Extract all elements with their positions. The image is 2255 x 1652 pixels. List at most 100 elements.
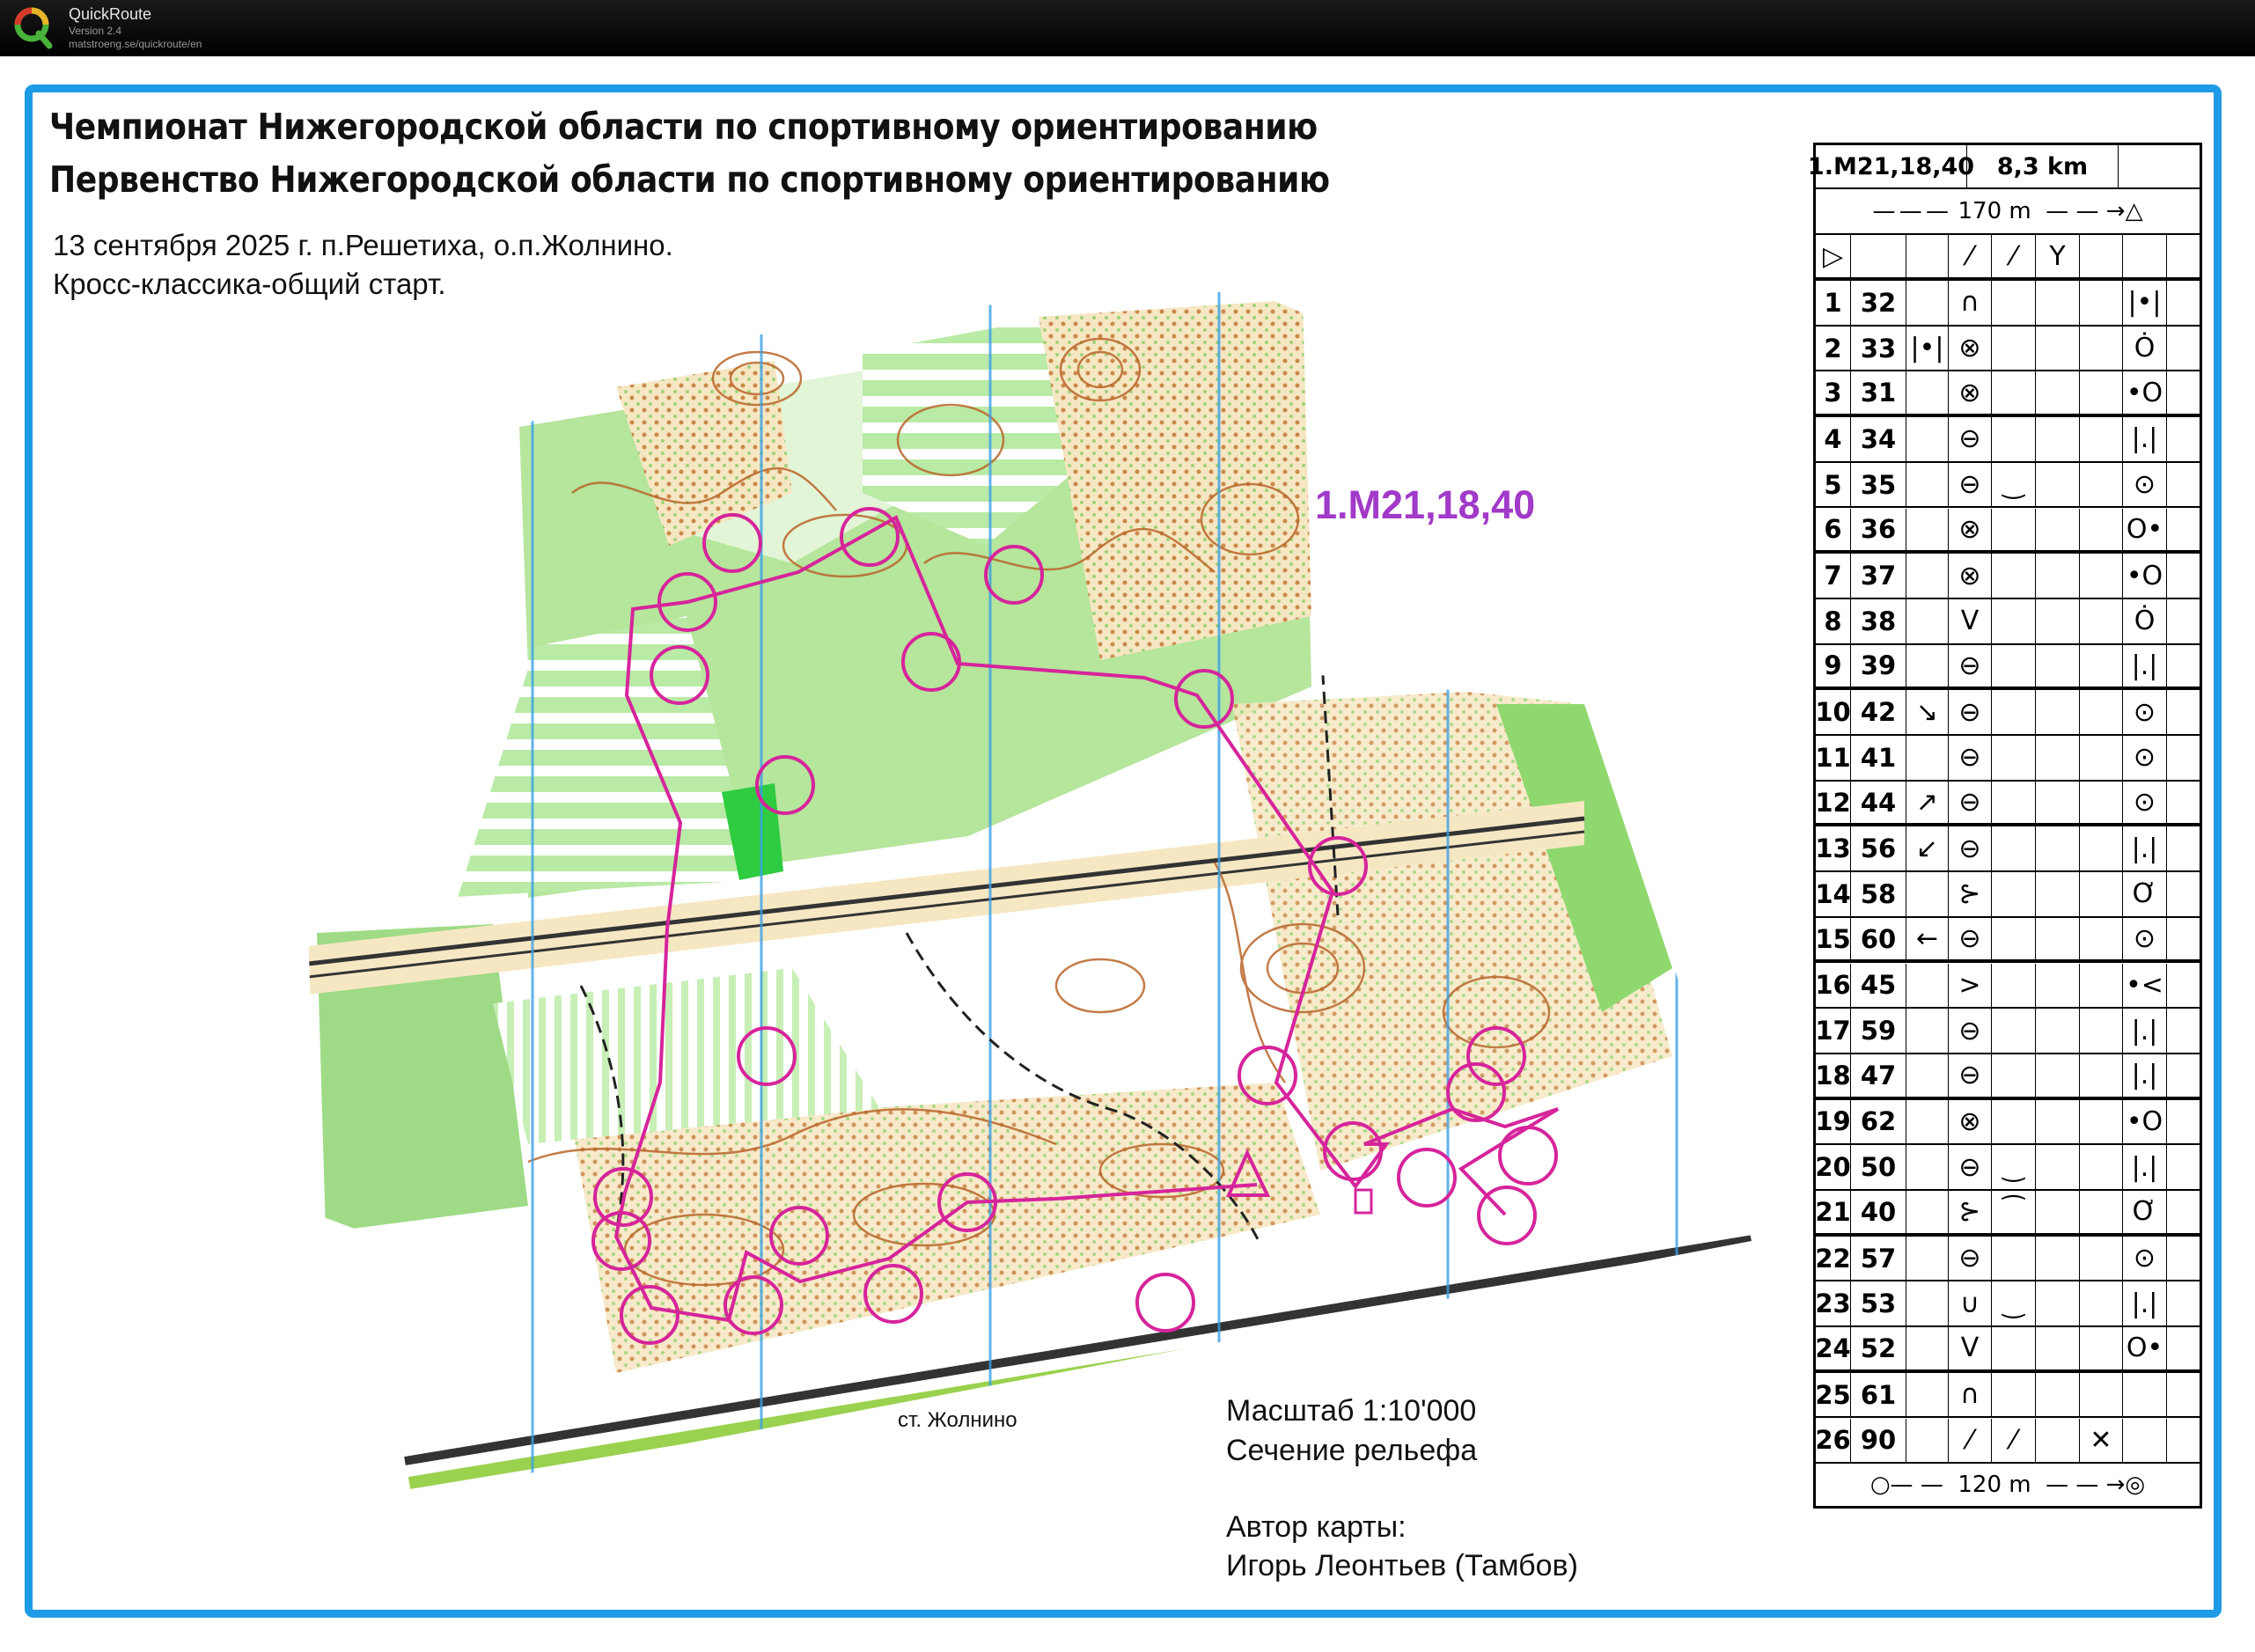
control-symbol [1906,1191,1949,1233]
finish-circle-icon: ○— — [1869,1472,1958,1498]
control-symbol: ⊱ [1949,872,1992,916]
desc-control-row: 19 62 ⊗ •O [1815,1099,2200,1146]
control-code: 58 [1851,872,1906,916]
control-symbol [1906,1145,1949,1189]
map-title-line2: Первенство Нижегородской области по спор… [49,158,1330,201]
desc-start-row: ▷ ⁄ ⁄ Y [1816,235,2200,281]
control-code: 40 [1851,1191,1906,1233]
control-code: 59 [1851,1009,1906,1053]
control-code: 61 [1851,1372,1906,1417]
control-symbol [2080,1327,2123,1369]
control-symbol [2080,1054,2123,1097]
control-symbol [1906,1372,1949,1417]
control-symbol [1992,690,2036,734]
control-symbol: O• [2123,1327,2167,1369]
control-symbol [1906,1009,1949,1053]
desc-control-row: 5 35 ⊖ ‿ ⊙ [1816,462,2200,509]
control-symbol: V [1949,1327,1992,1369]
control-symbol [1992,781,2036,824]
control-symbol [1906,281,1949,325]
control-symbol: ↘ [1906,690,1949,734]
control-number: 20 [1815,1145,1851,1189]
desc-control-row: 6 36 ⊗ O• [1816,508,2200,554]
desc-control-row: 22 57 ⊖ ⊙ [1815,1236,2200,1282]
control-symbol [1992,1372,2036,1417]
station-label: ст. Жолнино [898,1408,1017,1432]
control-symbol [2080,1236,2123,1281]
control-symbol: |.| [2123,1009,2167,1053]
control-number: 16 [1815,963,1851,1008]
control-number: 11 [1815,736,1851,780]
control-code: 90 [1851,1418,1906,1463]
control-symbol: ⁀ [1992,1191,2036,1233]
control-code: 44 [1851,781,1906,824]
control-symbol: |•| [1906,326,1949,371]
desc-control-row: 10 42 ↘ ⊖ ⊙ [1815,690,2200,736]
control-symbol [1992,1009,2036,1053]
desc-start-marking-row: — — — 170 m — — →△ [1816,189,2200,235]
control-symbol [1906,1054,1949,1097]
control-code: 60 [1851,917,1906,960]
control-symbol [2080,1145,2123,1189]
control-number: 22 [1815,1236,1851,1281]
control-number: 8 [1816,598,1851,643]
desc-control-row: 13 56 ↙ ⊖ |.| [1815,826,2200,873]
control-symbol: ⊖ [1949,781,1992,824]
control-symbol [1906,1281,1949,1326]
control-code: 32 [1851,281,1906,325]
control-symbol [2080,326,2123,371]
control-number: 9 [1816,644,1851,687]
control-symbol [1992,371,2036,415]
start-arrow-icon: — — →△ [2031,198,2143,224]
control-symbol [1906,963,1949,1008]
control-symbol: ↙ [1906,826,1949,871]
control-symbol [1992,644,2036,687]
path-icon: ⁄ [1992,235,2036,277]
desc-header-row: 1.М21,18,40 8,3 km [1808,145,2200,189]
control-code: 35 [1851,462,1906,507]
control-symbol: ⊗ [1949,326,1992,371]
control-symbol [2080,781,2123,824]
control-symbol: ⊙ [2123,1236,2167,1281]
control-symbol: Ơ [2123,1191,2167,1233]
desc-control-row: 4 34 ⊖ |.| [1816,417,2200,463]
control-symbol: ⊙ [2123,781,2167,824]
control-symbol: ⊖ [1949,1145,1992,1189]
control-number: 19 [1815,1099,1851,1144]
map-subtitle-line1: 13 сентября 2025 г. п.Решетиха, о.п.Жолн… [53,229,673,261]
control-symbol [1992,1327,2036,1369]
control-number: 5 [1816,462,1851,507]
control-symbol: ← [1906,917,1949,960]
control-description-sheet: 1.М21,18,40 8,3 km — — — 170 m — — →△ ▷ … [1808,143,2202,1509]
control-symbol: Ȯ [2123,326,2167,371]
control-number: 10 [1815,690,1851,734]
control-symbol [2080,417,2123,461]
control-symbol: ⊖ [1949,644,1992,687]
control-symbol: ⊙ [2123,462,2167,507]
control-symbol: |.| [2123,1054,2167,1097]
desc-length: 8,3 km [1967,145,2119,187]
control-symbol: Ơ [2123,872,2167,916]
control-number: 13 [1815,826,1851,871]
control-number: 4 [1816,417,1851,461]
control-symbol [2080,1281,2123,1326]
control-symbol [2080,281,2123,325]
control-symbol [1992,1236,2036,1281]
control-symbol [2080,1009,2123,1053]
control-symbol: ⊖ [1949,417,1992,461]
control-number: 21 [1815,1191,1851,1233]
control-symbol: ∩ [1949,281,1992,325]
control-code: 47 [1851,1054,1906,1097]
control-symbol: ∪ [1949,1281,1992,1326]
desc-control-row: 23 53 ∪ ‿ |.| [1815,1281,2200,1328]
desc-course: 1.М21,18,40 [1808,145,1974,187]
control-symbol: Ȯ [2123,598,2167,643]
control-symbol [1906,554,1949,598]
control-symbol [2080,872,2123,916]
control-code: 53 [1851,1281,1906,1326]
map-title-line1: Чемпионат Нижегородской области по спорт… [49,106,1318,148]
control-symbol [2080,690,2123,734]
control-symbol: ⊖ [1949,1009,1992,1053]
control-symbol: ⊖ [1949,462,1992,507]
control-symbol [2080,917,2123,960]
